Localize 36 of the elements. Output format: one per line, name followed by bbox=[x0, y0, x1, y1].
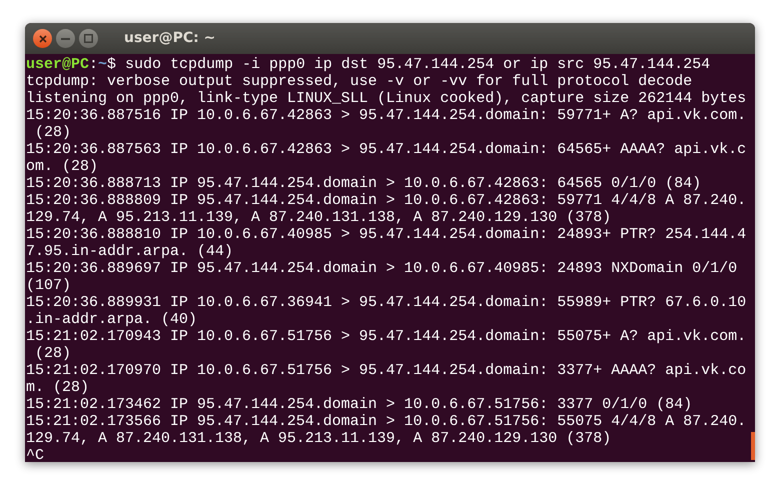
output-line: 129.74, A 95.213.11.139, A 87.240.131.138, A 87.240.129.130 (378) bbox=[26, 209, 612, 226]
output-line: 15:20:36.889931 IP 10.0.6.67.36941 > 95.47.144.254.domain: 55989+ PTR? 67.6.0.10 bbox=[26, 294, 746, 311]
output-line: 15:20:36.888713 IP 95.47.144.254.domain > 10.0.6.67.42863: 64565 0/1/0 (84) bbox=[26, 175, 702, 192]
prompt-path: ~ bbox=[98, 56, 108, 73]
output-line: 15:20:36.888809 IP 95.47.144.254.domain > 10.0.6.67.42863: 59771 4/4/8 A 87.240. bbox=[26, 192, 746, 209]
minimize-button[interactable] bbox=[56, 29, 75, 48]
output-line: 15:21:02.170943 IP 10.0.6.67.51756 > 95.47.144.254.domain: 55075+ A? api.vk.com. bbox=[26, 328, 746, 345]
output-line: 15:20:36.889697 IP 95.47.144.254.domain > 10.0.6.67.40985: 24893 NXDomain 0/1/0 bbox=[26, 260, 738, 277]
prompt-separator: : bbox=[89, 56, 98, 73]
output-line: 15:20:36.888810 IP 10.0.6.67.40985 > 95.47.144.254.domain: 24893+ PTR? 254.144.4 bbox=[26, 226, 746, 243]
minimize-icon bbox=[61, 38, 70, 40]
output-line: tcpdump: verbose output suppressed, use -v or -vv for full protocol decode bbox=[26, 73, 692, 90]
prompt-user-host: user@PC bbox=[26, 56, 90, 73]
output-line: 15:21:02.173462 IP 95.47.144.254.domain > 10.0.6.67.51756: 3377 0/1/0 (84) bbox=[26, 396, 692, 413]
command-text: sudo tcpdump -i ppp0 ip dst 95.47.144.254 or ip src 95.47.144.254 bbox=[125, 56, 710, 73]
output-line: (107) bbox=[26, 277, 72, 294]
output-line: (28) bbox=[34, 345, 72, 362]
maximize-icon bbox=[84, 34, 93, 43]
output-line: 15:20:36.887516 IP 10.0.6.67.42863 > 95.47.144.254.domain: 59771+ A? api.vk.com. bbox=[26, 107, 746, 124]
output-line: 15:21:02.173566 IP 95.47.144.254.domain > 10.0.6.67.51756: 55075 4/4/8 A 87.240. bbox=[26, 413, 746, 430]
close-button[interactable] bbox=[33, 29, 52, 48]
output-line: 7.95.in-addr.arpa. (44) bbox=[26, 243, 234, 260]
output-line: 15:21:02.170970 IP 10.0.6.67.51756 > 95.47.144.254.domain: 3377+ AAAA? api.vk.co bbox=[26, 362, 746, 379]
output-line: 15:20:36.887563 IP 10.0.6.67.42863 > 95.47.144.254.domain: 64565+ AAAA? api.vk.c bbox=[26, 141, 746, 158]
output-line: om. (28) bbox=[26, 158, 98, 175]
scrollbar-thumb[interactable] bbox=[751, 432, 755, 460]
output-line: 129.74, A 87.240.131.138, A 95.213.11.139, A 87.240.129.130 (378) bbox=[26, 430, 612, 447]
maximize-button[interactable] bbox=[79, 29, 98, 48]
window-title: user@PC: ~ bbox=[124, 29, 216, 48]
output-line: listening on ppp0, link-type LINUX_SLL (Linux cooked), capture size 262144 bytes bbox=[26, 90, 746, 107]
prompt-symbol: $ bbox=[107, 56, 116, 73]
output-line: .in-addr.arpa. (40) bbox=[26, 311, 198, 328]
close-icon bbox=[38, 34, 46, 42]
output-line: (28) bbox=[34, 124, 72, 141]
output-line: m. (28) bbox=[26, 379, 90, 396]
output-line: ^C bbox=[26, 447, 44, 462]
